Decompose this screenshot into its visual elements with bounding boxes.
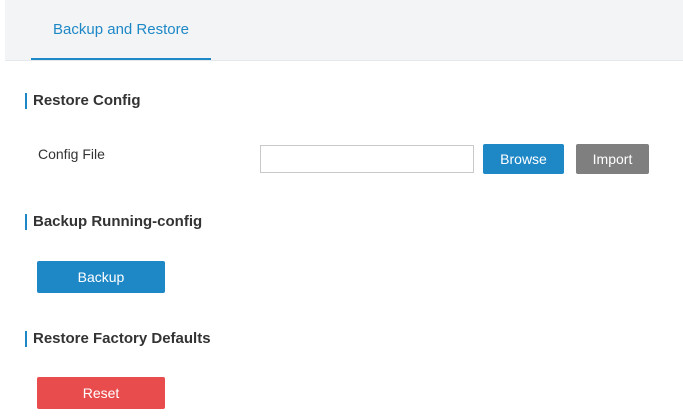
section-marker [25,93,27,109]
backup-button[interactable]: Backup [37,261,165,293]
config-file-input[interactable] [260,145,474,173]
backup-running-config-title: Backup Running-config [33,213,203,230]
tab-backup-and-restore[interactable]: Backup and Restore [31,0,211,60]
restore-config-heading: Restore Config [25,92,141,110]
section-marker [25,214,27,230]
restore-config-title: Restore Config [33,92,141,109]
section-marker [25,331,27,347]
tab-bar: Backup and Restore [5,0,683,61]
browse-button[interactable]: Browse [483,144,564,174]
reset-button[interactable]: Reset [37,377,165,409]
import-button[interactable]: Import [576,144,649,174]
config-file-label: Config File [38,146,105,162]
restore-factory-defaults-heading: Restore Factory Defaults [25,330,211,348]
restore-factory-defaults-title: Restore Factory Defaults [33,330,211,347]
backup-restore-page: Backup and Restore Restore Config Config… [0,0,683,416]
backup-running-config-heading: Backup Running-config [25,213,202,231]
